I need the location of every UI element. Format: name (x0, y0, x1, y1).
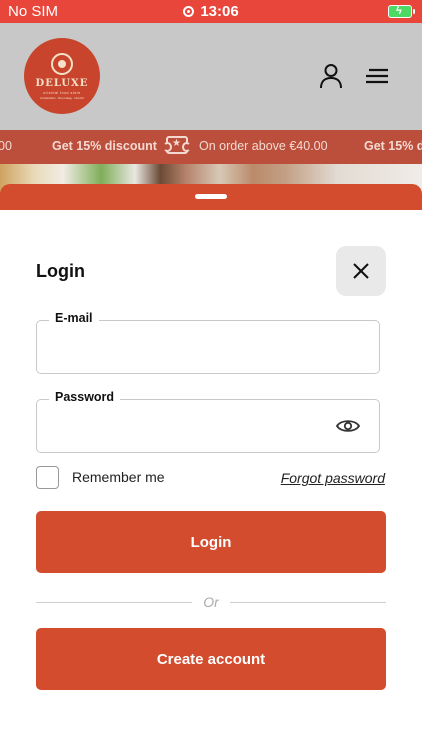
app-header: DELUXE oriental food store Amsterdam · D… (0, 23, 422, 130)
eye-icon (336, 420, 360, 432)
create-account-button[interactable]: Create account (36, 628, 386, 690)
password-input[interactable] (51, 414, 321, 438)
logo[interactable]: DELUXE oriental food store Amsterdam · D… (24, 38, 100, 114)
battery-icon: ϟ (388, 5, 415, 18)
show-password-button[interactable] (335, 416, 361, 436)
logo-tagline: oriental food store (43, 90, 81, 95)
remember-me-checkbox[interactable] (36, 466, 59, 489)
login-button-label: Login (190, 533, 232, 551)
divider-right (230, 602, 386, 603)
ticket-icon: ★ (163, 136, 191, 154)
promo-discount-next: Get 15% d (364, 139, 422, 153)
logo-subtitle: Amsterdam · Den Haag · Utrecht (40, 95, 84, 100)
or-divider-label: Or (203, 594, 219, 610)
promo-prev-value: 00 (0, 139, 12, 153)
login-button[interactable]: Login (36, 511, 386, 573)
login-title: Login (36, 261, 85, 281)
email-input[interactable] (51, 335, 321, 359)
close-icon (353, 263, 369, 279)
logo-name: DELUXE (35, 77, 89, 89)
logo-mark-icon (51, 52, 73, 75)
app-screen: No SIM 13:06 ϟ DELUXE oriental food stor… (0, 0, 422, 750)
menu-icon (366, 68, 388, 84)
menu-button[interactable] (364, 61, 390, 91)
drag-handle[interactable] (195, 194, 227, 199)
charging-icon: ϟ (396, 5, 402, 17)
account-button[interactable] (318, 61, 344, 91)
email-field[interactable]: E-mail (36, 311, 380, 374)
remember-me-label[interactable]: Remember me (72, 469, 165, 485)
password-field[interactable]: Password (36, 390, 380, 453)
status-time: 13:06 (0, 3, 422, 20)
forgot-password-link[interactable]: Forgot password (281, 470, 385, 486)
promo-banner: 00 Get 15% discount ★ On order above €40… (0, 130, 422, 164)
time-label: 13:06 (200, 3, 239, 20)
promo-discount: Get 15% discount (52, 139, 157, 153)
orientation-lock-icon (183, 6, 195, 17)
email-label: E-mail (49, 311, 99, 325)
user-icon (320, 64, 342, 89)
status-bar: No SIM 13:06 ϟ (0, 0, 422, 23)
password-label: Password (49, 390, 121, 404)
promo-condition: On order above €40.00 (199, 139, 328, 153)
divider-left (36, 602, 192, 603)
create-account-label: Create account (156, 650, 266, 668)
close-button[interactable] (336, 246, 386, 296)
